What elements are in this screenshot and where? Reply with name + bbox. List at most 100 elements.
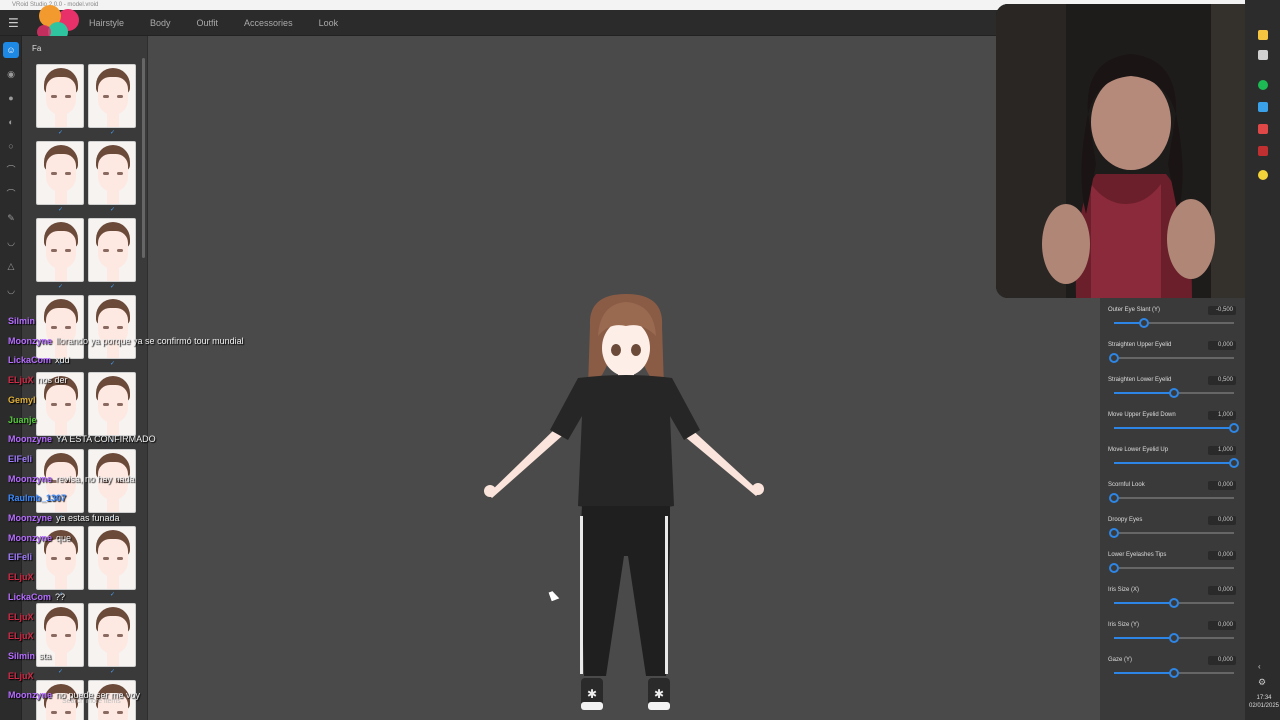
slider-handle[interactable] [1229, 458, 1239, 468]
slider-row: Droopy Eyes 0,000 [1108, 510, 1236, 545]
check-icon: ✓ [58, 669, 64, 675]
slider-handle[interactable] [1169, 668, 1179, 678]
slider-handle[interactable] [1169, 633, 1179, 643]
tab-body[interactable]: Body [141, 10, 180, 36]
ear-category-icon[interactable]: ◡ [3, 282, 19, 298]
chat-text: YA ESTA CONFIRMADO [56, 434, 156, 445]
folder-icon[interactable] [1258, 30, 1268, 40]
spotify-icon[interactable] [1258, 80, 1268, 90]
face-preset-thumbnail[interactable] [88, 603, 136, 667]
face-category-icon[interactable]: ☺ [3, 42, 19, 58]
slider-track[interactable] [1114, 668, 1234, 678]
tab-outfit[interactable]: Outfit [188, 10, 228, 36]
slider-track[interactable] [1114, 633, 1234, 643]
tab-accessories[interactable]: Accessories [235, 10, 302, 36]
chat-message: Moonzyne llorando ya porque ya se confirm… [8, 336, 244, 347]
face-preset-thumbnail[interactable] [36, 218, 84, 282]
slider-row: Gaze (Y) 0,000 [1108, 650, 1236, 685]
chat-username: ELjuX [8, 375, 34, 386]
alert-icon[interactable] [1258, 146, 1268, 156]
slider-value-field[interactable]: 0,000 [1208, 481, 1236, 490]
tab-hairstyle[interactable]: Hairstyle [80, 10, 133, 36]
slider-handle[interactable] [1109, 563, 1119, 573]
face-preset-thumbnail[interactable] [88, 295, 136, 359]
settings-gear-icon[interactable]: ⚙ [1258, 677, 1268, 687]
face-preset-thumbnail[interactable] [36, 141, 84, 205]
eyebrow-category-icon[interactable]: ⌒ [3, 162, 19, 178]
slider-handle[interactable] [1109, 493, 1119, 503]
chat-text: sta [39, 650, 52, 661]
slider-track[interactable] [1109, 493, 1234, 503]
slider-value-field[interactable]: 0,000 [1208, 656, 1236, 665]
slider-track[interactable] [1114, 458, 1239, 468]
slider-track[interactable] [1114, 598, 1234, 608]
slider-label: Iris Size (Y) [1108, 622, 1140, 628]
check-icon: ✓ [58, 284, 64, 290]
slider-value-field[interactable]: 0,000 [1208, 621, 1236, 630]
record-icon[interactable] [1258, 124, 1268, 134]
eyelid-category-icon[interactable]: ◐ [3, 114, 19, 130]
mouth-category-icon[interactable]: ◡ [3, 234, 19, 250]
section-label: Fa [32, 44, 42, 53]
slider-value-field[interactable]: 0,000 [1208, 341, 1236, 350]
slider-track[interactable] [1109, 528, 1234, 538]
slider-track[interactable] [1114, 388, 1234, 398]
chat-username: LickaCom [8, 591, 52, 602]
slider-value-field[interactable]: -0,500 [1208, 306, 1236, 315]
hamburger-menu-icon[interactable]: ☰ [8, 17, 20, 29]
slider-track[interactable] [1114, 318, 1234, 328]
face-preset-thumbnail[interactable] [36, 295, 84, 359]
slider-handle[interactable] [1109, 353, 1119, 363]
slider-row: Move Lower Eyelid Up 1,000 [1108, 440, 1239, 475]
eyelash-category-icon[interactable]: ⌒ [3, 186, 19, 202]
chevron-up-icon[interactable]: ‹ [1258, 662, 1268, 672]
slider-label: Lower Eyelashes Tips [1108, 552, 1167, 558]
slider-row: Scornful Look 0,000 [1108, 475, 1236, 510]
face-preset-thumbnail[interactable] [36, 64, 84, 128]
face-preset-thumbnail[interactable] [88, 372, 136, 436]
browser-icon[interactable] [1258, 102, 1268, 112]
iris-category-icon[interactable]: ● [3, 90, 19, 106]
nose-category-icon[interactable]: △ [3, 258, 19, 274]
check-icon: ✓ [110, 361, 116, 367]
slider-handle[interactable] [1109, 528, 1119, 538]
slider-handle[interactable] [1139, 318, 1149, 328]
app-icon[interactable] [1258, 50, 1268, 60]
slider-track[interactable] [1109, 563, 1234, 573]
chat-message: ELjuX [8, 671, 38, 682]
chat-username: Moonzyne [8, 513, 52, 523]
slider-value-field[interactable]: 0,500 [1208, 376, 1236, 385]
check-icon: ✓ [110, 592, 116, 598]
chrome-icon[interactable] [1258, 170, 1268, 180]
chat-message: ELjuX [8, 572, 38, 583]
slider-label: Move Upper Eyelid Down [1108, 412, 1176, 418]
preset-scrollbar[interactable] [142, 58, 145, 258]
slider-value-field[interactable]: 0,000 [1208, 551, 1236, 560]
face-shape-icon[interactable]: ○ [3, 138, 19, 154]
slider-track[interactable] [1109, 353, 1234, 363]
slider-row: Iris Size (Y) 0,000 [1108, 615, 1236, 650]
face-preset-thumbnail[interactable] [88, 141, 136, 205]
face-preset-thumbnail[interactable] [88, 64, 136, 128]
slider-value-field[interactable]: 0,000 [1208, 516, 1236, 525]
slider-value-field[interactable]: 1,000 [1208, 446, 1236, 455]
face-preset-thumbnail[interactable] [88, 526, 136, 590]
slider-handle[interactable] [1229, 423, 1239, 433]
slider-row: Move Upper Eyelid Down 1,000 [1108, 405, 1239, 440]
slider-value-field[interactable]: 0,000 [1208, 586, 1236, 595]
slider-value-field[interactable]: 1,000 [1208, 411, 1236, 420]
slider-fill [1114, 392, 1174, 394]
chat-message: ElFeli [8, 454, 36, 465]
slider-row: Iris Size (X) 0,000 [1108, 580, 1236, 615]
tab-look[interactable]: Look [310, 10, 348, 36]
chat-text: que [56, 532, 72, 543]
3d-viewport[interactable]: ✱ ✱ [148, 36, 1098, 720]
slider-handle[interactable] [1169, 598, 1179, 608]
face-preset-thumbnail[interactable] [88, 218, 136, 282]
eye-category-icon[interactable]: ◉ [3, 66, 19, 82]
chat-username: Moonzyne [8, 532, 52, 543]
slider-track[interactable] [1114, 423, 1239, 433]
slider-handle[interactable] [1169, 388, 1179, 398]
chat-message: Moonzyne revisa, no hay nada [8, 474, 135, 485]
brush-category-icon[interactable]: ✎ [3, 210, 19, 226]
